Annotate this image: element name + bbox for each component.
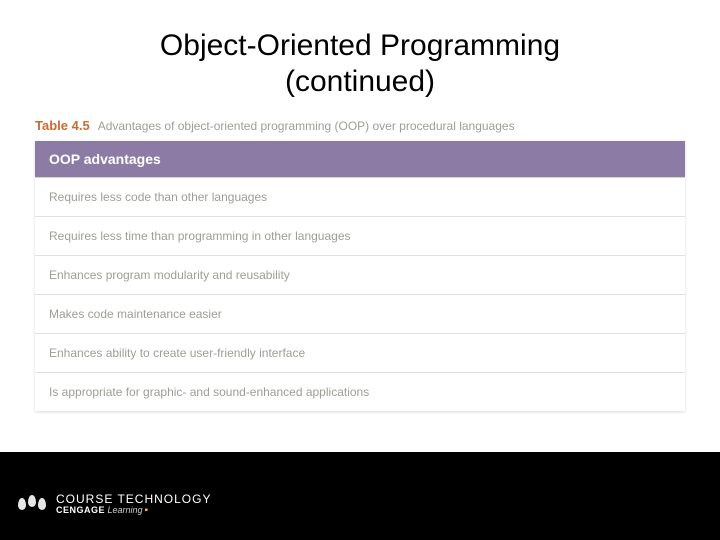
table-cell: Enhances ability to create user-friendly… [35,334,685,373]
petal-icon [38,498,46,510]
brand-learning: Learning [105,505,143,515]
table-row: Is appropriate for graphic- and sound-en… [35,373,685,412]
table-wrap: OOP advantages Requires less code than o… [35,141,685,411]
petal-icon [18,498,26,510]
table-row: Makes code maintenance easier [35,295,685,334]
title-line-1: Object-Oriented Programming [160,29,560,62]
table-row: Enhances program modularity and reusabil… [35,256,685,295]
brand-dot-icon: ▪ [143,505,149,516]
table-caption-row: Table 4.5 Advantages of object-oriented … [35,118,685,133]
table-number: Table 4.5 [35,118,90,133]
table-row: Enhances ability to create user-friendly… [35,334,685,373]
petal-icon [28,495,36,507]
table-cell: Enhances program modularity and reusabil… [35,256,685,295]
slide: Object-Oriented Programming (continued) … [0,0,720,540]
brand-icon [18,498,46,510]
advantages-table: OOP advantages Requires less code than o… [35,141,685,411]
table-row: Requires less code than other languages [35,178,685,217]
table-caption: Advantages of object-oriented programmin… [98,119,515,133]
brand-block: COURSE TECHNOLOGY CENGAGE Learning▪ [18,493,211,516]
table-header-cell: OOP advantages [35,141,685,178]
slide-title: Object-Oriented Programming (continued) [0,0,720,110]
title-line-2: (continued) [285,65,435,98]
table-container: Table 4.5 Advantages of object-oriented … [35,118,685,411]
table-cell: Requires less code than other languages [35,178,685,217]
table-cell: Requires less time than programming in o… [35,217,685,256]
table-cell: Makes code maintenance easier [35,295,685,334]
title-heading: Object-Oriented Programming (continued) [0,28,720,100]
brand-cengage: CENGAGE [56,505,105,515]
brand-text: COURSE TECHNOLOGY CENGAGE Learning▪ [56,493,211,516]
table-cell: Is appropriate for graphic- and sound-en… [35,373,685,412]
table-row: Requires less time than programming in o… [35,217,685,256]
brand-line2: CENGAGE Learning▪ [56,506,211,517]
